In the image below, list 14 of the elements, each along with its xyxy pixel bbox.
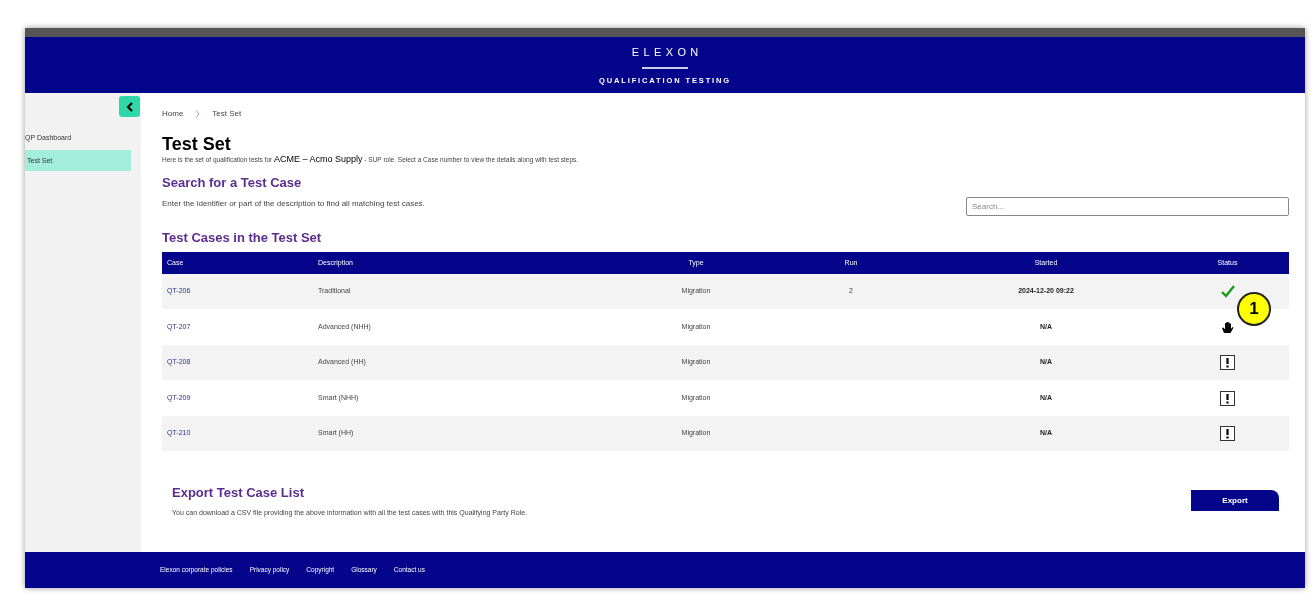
- chevron-left-icon: [125, 101, 134, 112]
- section-heading: Search for a Test Case: [162, 174, 303, 192]
- page-title: Test Set: [162, 134, 232, 154]
- section-heading: Test Cases in the Test Set: [162, 228, 323, 247]
- breadcrumb-link[interactable]: Home: [162, 108, 184, 120]
- collapse-button[interactable]: [119, 96, 140, 117]
- section-heading: Export Test Case List: [172, 484, 305, 502]
- chevron-right-icon: [195, 110, 201, 118]
- export-button[interactable]: Export: [1191, 490, 1279, 511]
- search-field[interactable]: Search...: [966, 196, 1289, 216]
- breadcrumb-link[interactable]: Test Set: [212, 108, 242, 120]
- section-text: Enter the identifier or part of the description to find all matching test cases.: [162, 197, 425, 210]
- logo-underline: [642, 66, 688, 69]
- brand-logo: ELEXON: [630, 45, 703, 61]
